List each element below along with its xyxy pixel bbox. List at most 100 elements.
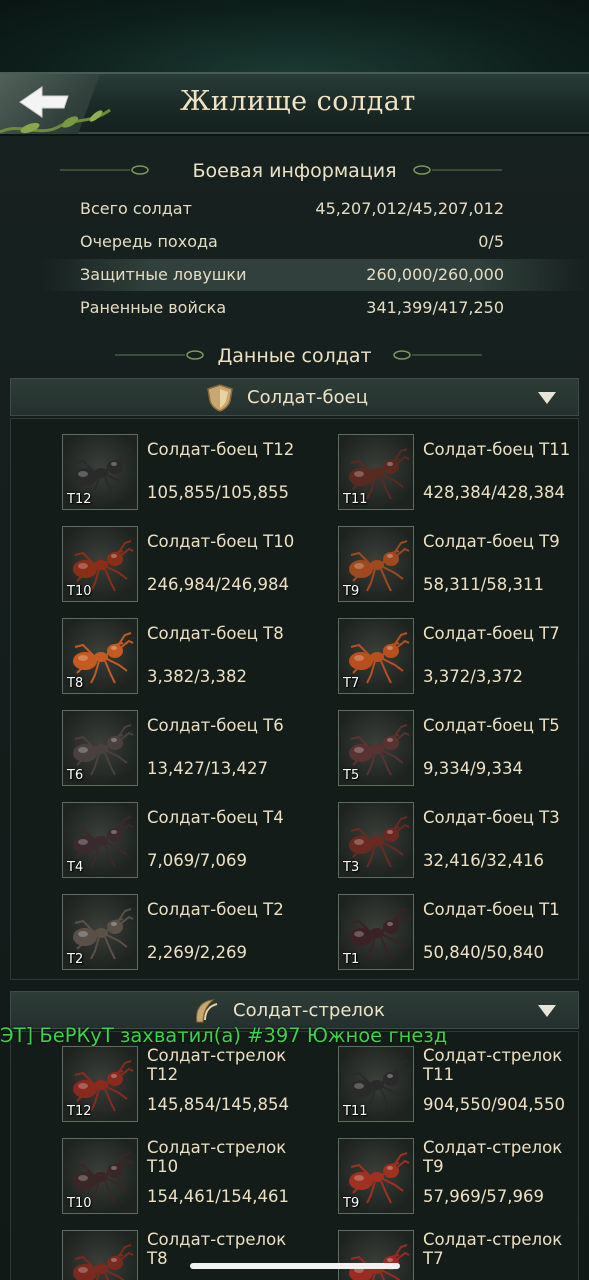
soldier-data-title: Данные солдат: [217, 345, 372, 367]
unit-count: 105,855/105,855: [147, 483, 290, 502]
unit-thumbnail[interactable]: T2: [62, 894, 138, 970]
unit-tier-badge: T6: [67, 768, 84, 783]
stat-march-queue: Очередь похода 0/5: [80, 227, 510, 257]
unit-card[interactable]: T4 Солдат-боец T4 7,069/7,069: [62, 802, 332, 882]
unit-card[interactable]: T12 Солдат-стрелок T12 145,854/145,854: [62, 1046, 332, 1126]
unit-card[interactable]: T3 Солдат-боец T3 32,416/32,416: [338, 802, 589, 882]
unit-card[interactable]: T9 Солдат-стрелок T9 57,969/57,969: [338, 1138, 589, 1218]
unit-thumbnail[interactable]: T9: [338, 1138, 414, 1214]
home-indicator[interactable]: [190, 1263, 400, 1269]
unit-card[interactable]: T10 Солдат-стрелок T10 154,461/154,461: [62, 1138, 332, 1218]
page-title: Жилище солдат: [180, 86, 416, 117]
unit-thumbnail[interactable]: T7: [338, 1230, 414, 1280]
unit-card[interactable]: T1 Солдат-боец T1 50,840/50,840: [338, 894, 589, 974]
unit-count: 145,854/145,854: [147, 1095, 290, 1114]
ant-icon: [73, 1244, 134, 1280]
unit-name: Солдат-боец T11: [423, 440, 571, 459]
bow-icon: [196, 999, 218, 1023]
top-background: [0, 0, 589, 75]
unit-count: 7,069/7,069: [147, 851, 248, 870]
unit-name: Солдат-стрелок T10: [147, 1138, 287, 1176]
unit-tier-badge: T9: [343, 1196, 360, 1211]
unit-card[interactable]: T8 Солдат-боец T8 3,382/3,382: [62, 618, 332, 698]
unit-name: Солдат-боец T10: [147, 532, 295, 551]
unit-card[interactable]: T7 Солдат-боец T7 3,372/3,372: [338, 618, 589, 698]
unit-thumbnail[interactable]: T3: [338, 802, 414, 878]
unit-thumbnail[interactable]: T5: [338, 710, 414, 786]
stat-defense-traps: Защитные ловушки 260,000/260,000: [80, 260, 510, 290]
chevron-down-icon: [538, 392, 556, 404]
unit-card[interactable]: T9 Солдат-боец T9 58,311/58,311: [338, 526, 589, 606]
unit-name: Солдат-боец T5: [423, 716, 560, 735]
unit-thumbnail[interactable]: T9: [338, 526, 414, 602]
unit-thumbnail[interactable]: T12: [62, 1046, 138, 1122]
unit-thumbnail[interactable]: T8: [62, 1230, 138, 1280]
unit-tier-badge: T11: [343, 492, 368, 507]
unit-name: Солдат-боец T12: [147, 440, 295, 459]
unit-thumbnail[interactable]: T8: [62, 618, 138, 694]
unit-name: Солдат-стрелок T7: [423, 1230, 563, 1268]
stat-label: Очередь похода: [80, 232, 218, 251]
category-warrior-header[interactable]: Солдат-боец: [10, 378, 579, 416]
unit-tier-badge: T9: [343, 584, 360, 599]
stat-value: 341,399/417,250: [366, 298, 504, 317]
unit-count: 2,269/2,269: [147, 943, 248, 962]
stat-label: Всего солдат: [80, 199, 192, 218]
unit-thumbnail[interactable]: T11: [338, 1046, 414, 1122]
unit-thumbnail[interactable]: T11: [338, 434, 414, 510]
unit-count: 57,969/57,969: [423, 1187, 545, 1206]
stat-wounded-troops: Раненные войска 341,399/417,250: [80, 293, 510, 323]
unit-card[interactable]: T2 Солдат-боец T2 2,269/2,269: [62, 894, 332, 974]
unit-card[interactable]: T11 Солдат-стрелок T11 904,550/904,550: [338, 1046, 589, 1126]
unit-tier-badge: T3: [343, 860, 360, 875]
unit-tier-badge: T2: [67, 952, 84, 967]
unit-name: Солдат-боец T4: [147, 808, 284, 827]
unit-card[interactable]: T10 Солдат-боец T10 246,984/246,984: [62, 526, 332, 606]
stat-total-soldiers: Всего солдат 45,207,012/45,207,012: [80, 194, 510, 224]
unit-thumbnail[interactable]: T4: [62, 802, 138, 878]
unit-name: Солдат-боец T2: [147, 900, 284, 919]
unit-card[interactable]: T12 Солдат-боец T12 105,855/105,855: [62, 434, 332, 514]
unit-tier-badge: T5: [343, 768, 360, 783]
unit-count: 246,984/246,984: [147, 575, 290, 594]
unit-count: 428,384/428,384: [423, 483, 566, 502]
unit-tier-badge: T10: [67, 1196, 92, 1211]
unit-card[interactable]: T6 Солдат-боец T6 13,427/13,427: [62, 710, 332, 790]
unit-card[interactable]: T11 Солдат-боец T11 428,384/428,384: [338, 434, 589, 514]
unit-thumbnail[interactable]: T10: [62, 526, 138, 602]
unit-name: Солдат-боец T1: [423, 900, 560, 919]
unit-count: 3,372/3,372: [423, 667, 524, 686]
ant-icon: [349, 1244, 410, 1280]
unit-thumbnail[interactable]: T7: [338, 618, 414, 694]
unit-count: 3,382/3,382: [147, 667, 248, 686]
unit-tier-badge: T1: [343, 952, 360, 967]
shield-icon: [207, 384, 233, 412]
right-leaf-ornament-icon: [393, 350, 482, 360]
stat-value: 260,000/260,000: [366, 265, 504, 284]
stat-value: 45,207,012/45,207,012: [315, 199, 504, 218]
unit-thumbnail[interactable]: T6: [62, 710, 138, 786]
unit-name: Солдат-боец T8: [147, 624, 284, 643]
unit-tier-badge: T11: [343, 1104, 368, 1119]
news-ticker: ЭТ] БеРКуТ захватил(а) #397 Южное гнезд: [0, 1024, 448, 1047]
unit-thumbnail[interactable]: T1: [338, 894, 414, 970]
unit-count: 13,427/13,427: [147, 759, 269, 778]
chevron-down-icon: [538, 1005, 556, 1017]
unit-count: 904,550/904,550: [423, 1095, 566, 1114]
unit-thumbnail[interactable]: T10: [62, 1138, 138, 1214]
stat-value: 0/5: [478, 232, 504, 251]
unit-card[interactable]: T5 Солдат-боец T5 9,334/9,334: [338, 710, 589, 790]
unit-tier-badge: T7: [343, 676, 360, 691]
unit-card[interactable]: T7Солдат-стрелок T7: [338, 1230, 589, 1280]
unit-name: Солдат-стрелок T9: [423, 1138, 563, 1176]
category-shooter-label: Солдат-стрелок: [233, 1000, 385, 1021]
unit-tier-badge: T12: [67, 492, 92, 507]
unit-tier-badge: T8: [67, 676, 84, 691]
right-leaf-ornament-icon: [413, 165, 502, 175]
unit-name: Солдат-боец T6: [147, 716, 284, 735]
unit-thumbnail[interactable]: T12: [62, 434, 138, 510]
stat-label: Защитные ловушки: [80, 265, 247, 284]
unit-tier-badge: T10: [67, 584, 92, 599]
unit-count: 9,334/9,334: [423, 759, 524, 778]
unit-card[interactable]: T8Солдат-стрелок T8: [62, 1230, 332, 1280]
